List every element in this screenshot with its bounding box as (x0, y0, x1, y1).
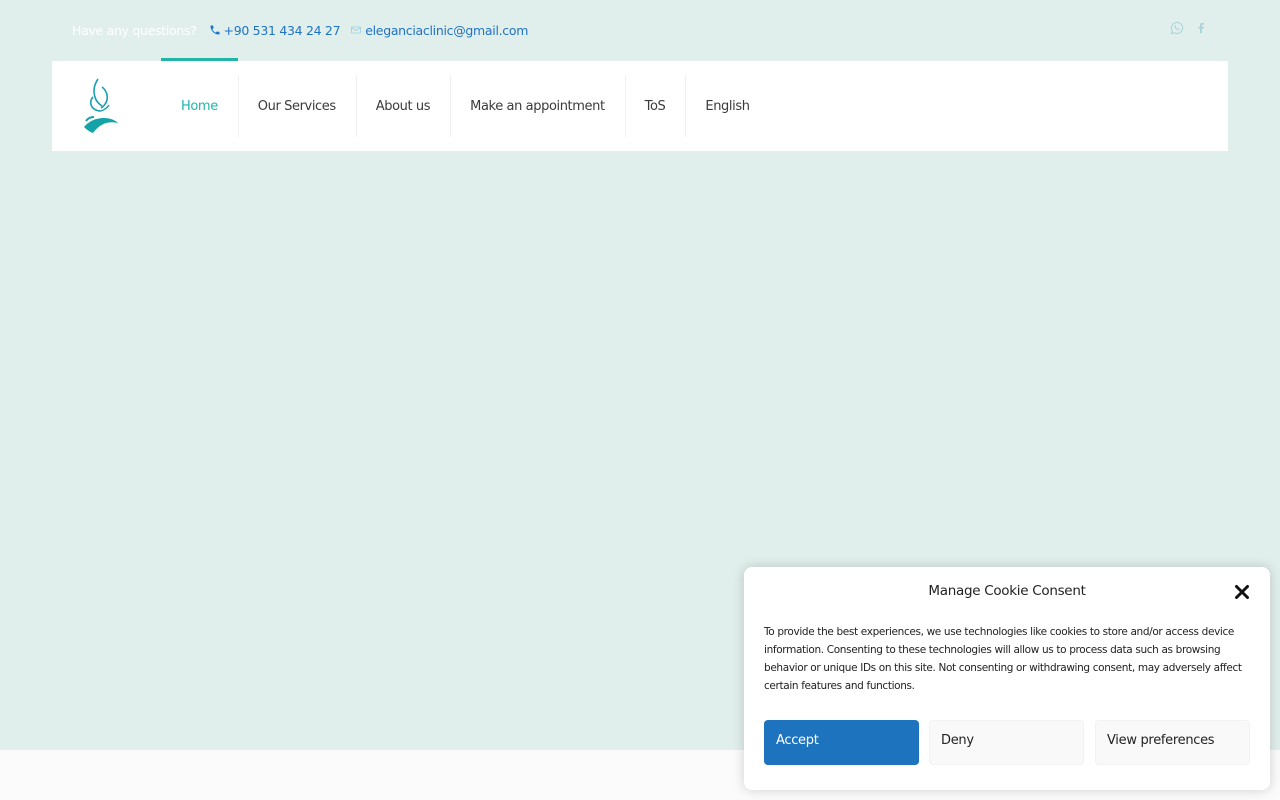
nav-item-tos[interactable]: ToS (624, 61, 686, 151)
nav-item-our-services[interactable]: Our Services (237, 61, 356, 151)
phone-link[interactable]: +90 531 434 24 27 (224, 23, 341, 38)
top-info-bar: Have any questions? +90 531 434 24 27 el… (72, 20, 528, 40)
cookie-title: Manage Cookie Consent (928, 583, 1086, 599)
nav-item-language[interactable]: English (685, 61, 769, 151)
mail-icon (350, 24, 362, 36)
nav-item-about-us[interactable]: About us (355, 61, 450, 151)
site-header: Home Our Services About us Make an appoi… (52, 58, 1228, 151)
clinic-logo[interactable] (80, 75, 122, 137)
email-link[interactable]: eleganciaclinic@gmail.com (365, 23, 528, 38)
nav-item-make-appointment[interactable]: Make an appointment (450, 61, 625, 151)
whatsapp-icon[interactable] (1170, 21, 1184, 35)
close-icon[interactable] (1234, 584, 1250, 600)
social-links (1170, 21, 1208, 35)
facebook-icon[interactable] (1194, 21, 1208, 35)
view-preferences-button[interactable]: View preferences (1095, 720, 1250, 765)
nav-item-home[interactable]: Home (161, 58, 238, 151)
cookie-consent-panel: Manage Cookie Consent To provide the bes… (744, 567, 1270, 790)
main-navigation: Home Our Services About us Make an appoi… (161, 58, 770, 151)
questions-label: Have any questions? (72, 22, 197, 38)
deny-button[interactable]: Deny (929, 720, 1084, 765)
cookie-description: To provide the best experiences, we use … (764, 626, 1242, 692)
accept-button[interactable]: Accept (764, 720, 919, 765)
phone-icon (209, 24, 221, 36)
